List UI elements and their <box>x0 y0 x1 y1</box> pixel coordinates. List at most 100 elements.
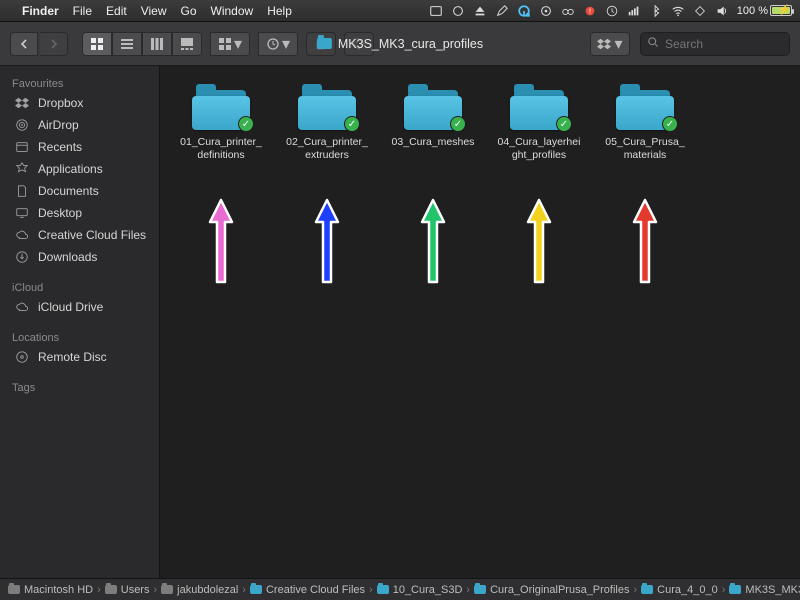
sidebar-item-remote-disc[interactable]: Remote Disc <box>0 346 159 368</box>
status-icon-display[interactable] <box>693 4 707 18</box>
folder-icon <box>8 585 20 594</box>
desktop-icon <box>14 205 30 221</box>
folder-icon <box>641 585 653 594</box>
view-icon-button[interactable] <box>82 32 112 56</box>
annotation-arrow <box>284 196 370 286</box>
path-crumb-label: Creative Cloud Files <box>266 584 365 596</box>
folder-icon <box>377 585 389 594</box>
chevron-right-icon: › <box>97 584 101 596</box>
applications-icon <box>14 161 30 177</box>
sidebar-item-label: Downloads <box>38 250 97 264</box>
view-columns-button[interactable] <box>142 32 172 56</box>
search-input[interactable] <box>665 37 783 51</box>
folder-item[interactable]: ✓ 03_Cura_meshes <box>390 84 476 162</box>
sidebar-item-downloads[interactable]: Downloads <box>0 246 159 268</box>
path-crumb[interactable]: Users <box>105 584 150 596</box>
sidebar-item-label: Dropbox <box>38 96 83 110</box>
folder-label: 02_Cura_printer_extruders <box>284 136 370 162</box>
status-icon-volume[interactable] <box>715 4 729 18</box>
chevron-right-icon: › <box>722 584 726 596</box>
airdrop-icon <box>14 117 30 133</box>
path-crumb-label: Macintosh HD <box>24 584 93 596</box>
status-icon-wifi[interactable] <box>671 4 685 18</box>
folder-item[interactable]: ✓ 04_Cura_layerheight_profiles <box>496 84 582 162</box>
sidebar-item-recents[interactable]: Recents <box>0 136 159 158</box>
sidebar-item-desktop[interactable]: Desktop <box>0 202 159 224</box>
status-icon-bars[interactable] <box>627 4 641 18</box>
status-icon-pen[interactable] <box>495 4 509 18</box>
menu-window[interactable]: Window <box>211 4 254 18</box>
folder-icon: ✓ <box>402 84 464 130</box>
status-icon-1[interactable] <box>429 4 443 18</box>
path-crumb[interactable]: 10_Cura_S3D <box>377 584 463 596</box>
battery-percent: 100 % <box>737 5 768 17</box>
dropbox-icon <box>14 95 30 111</box>
sidebar-item-icloud-drive[interactable]: iCloud Drive <box>0 296 159 318</box>
recents-icon <box>14 139 30 155</box>
sidebar-item-label: Documents <box>38 184 99 198</box>
arrange-button[interactable]: ▾ <box>210 32 250 56</box>
status-icon-2[interactable] <box>451 4 465 18</box>
menu-edit[interactable]: Edit <box>106 4 127 18</box>
sidebar-item-documents[interactable]: Documents <box>0 180 159 202</box>
menu-view[interactable]: View <box>141 4 167 18</box>
path-crumb[interactable]: Cura_OriginalPrusa_Profiles <box>474 584 629 596</box>
search-field[interactable] <box>640 32 790 56</box>
annotation-arrows <box>160 196 800 286</box>
view-gallery-button[interactable] <box>172 32 202 56</box>
forward-button[interactable] <box>40 32 68 56</box>
sidebar-item-label: Remote Disc <box>38 350 107 364</box>
status-icon-notification[interactable]: ! <box>583 4 597 18</box>
content-area[interactable]: ✓ 01_Cura_printer_definitions ✓ 02_Cura_… <box>160 66 800 578</box>
menu-file[interactable]: File <box>73 4 92 18</box>
creative-cloud-icon <box>14 227 30 243</box>
path-crumb[interactable]: Cura_4_0_0 <box>641 584 718 596</box>
chevron-right-icon: › <box>466 584 470 596</box>
sidebar-item-dropbox[interactable]: Dropbox <box>0 92 159 114</box>
folder-icon <box>105 585 117 594</box>
sidebar-item-label: Recents <box>38 140 82 154</box>
annotation-arrow <box>496 196 582 286</box>
path-crumb[interactable]: jakubdolezal <box>161 584 238 596</box>
sync-check-icon: ✓ <box>662 116 678 132</box>
battery-indicator[interactable]: 100 % ⚡ <box>737 5 792 17</box>
menu-go[interactable]: Go <box>181 4 197 18</box>
menu-help[interactable]: Help <box>267 4 292 18</box>
chevron-right-icon: › <box>369 584 373 596</box>
chevron-right-icon: › <box>634 584 638 596</box>
chevron-right-icon: › <box>242 584 246 596</box>
folder-icon: ✓ <box>508 84 570 130</box>
folder-item[interactable]: ✓ 02_Cura_printer_extruders <box>284 84 370 162</box>
view-list-button[interactable] <box>112 32 142 56</box>
sidebar-item-applications[interactable]: Applications <box>0 158 159 180</box>
path-crumb[interactable]: Macintosh HD <box>8 584 93 596</box>
folder-icon: ✓ <box>190 84 252 130</box>
status-icon-circle[interactable] <box>539 4 553 18</box>
folder-icon: ✓ <box>296 84 358 130</box>
sync-check-icon: ✓ <box>450 116 466 132</box>
path-crumb-label: Users <box>121 584 150 596</box>
sidebar-item-airdrop[interactable]: AirDrop <box>0 114 159 136</box>
status-icon-glasses[interactable] <box>561 4 575 18</box>
sidebar-item-label: iCloud Drive <box>38 300 103 314</box>
app-name[interactable]: Finder <box>22 4 59 18</box>
status-icon-logitech[interactable] <box>517 4 531 18</box>
folder-icon <box>474 585 486 594</box>
sidebar-header-icloud: iCloud <box>0 278 159 296</box>
status-icon-bluetooth[interactable] <box>649 4 663 18</box>
status-icon-eject[interactable] <box>473 4 487 18</box>
path-crumb[interactable]: Creative Cloud Files <box>250 584 365 596</box>
sidebar-header-tags: Tags <box>0 378 159 396</box>
svg-text:!: ! <box>589 8 591 15</box>
back-button[interactable] <box>10 32 38 56</box>
dropbox-toolbar-button[interactable]: ▾ <box>590 32 630 56</box>
sidebar-item-creative-cloud[interactable]: Creative Cloud Files <box>0 224 159 246</box>
folder-item[interactable]: ✓ 05_Cura_Prusa_materials <box>602 84 688 162</box>
folder-icon: ✓ <box>614 84 676 130</box>
action-menu-button[interactable]: ▾ <box>258 32 298 56</box>
status-icon-clock[interactable] <box>605 4 619 18</box>
folder-item[interactable]: ✓ 01_Cura_printer_definitions <box>178 84 264 162</box>
folder-label: 04_Cura_layerheight_profiles <box>496 136 582 162</box>
annotation-arrow <box>602 196 688 286</box>
path-crumb[interactable]: MK3S_MK3_ <box>729 584 800 596</box>
